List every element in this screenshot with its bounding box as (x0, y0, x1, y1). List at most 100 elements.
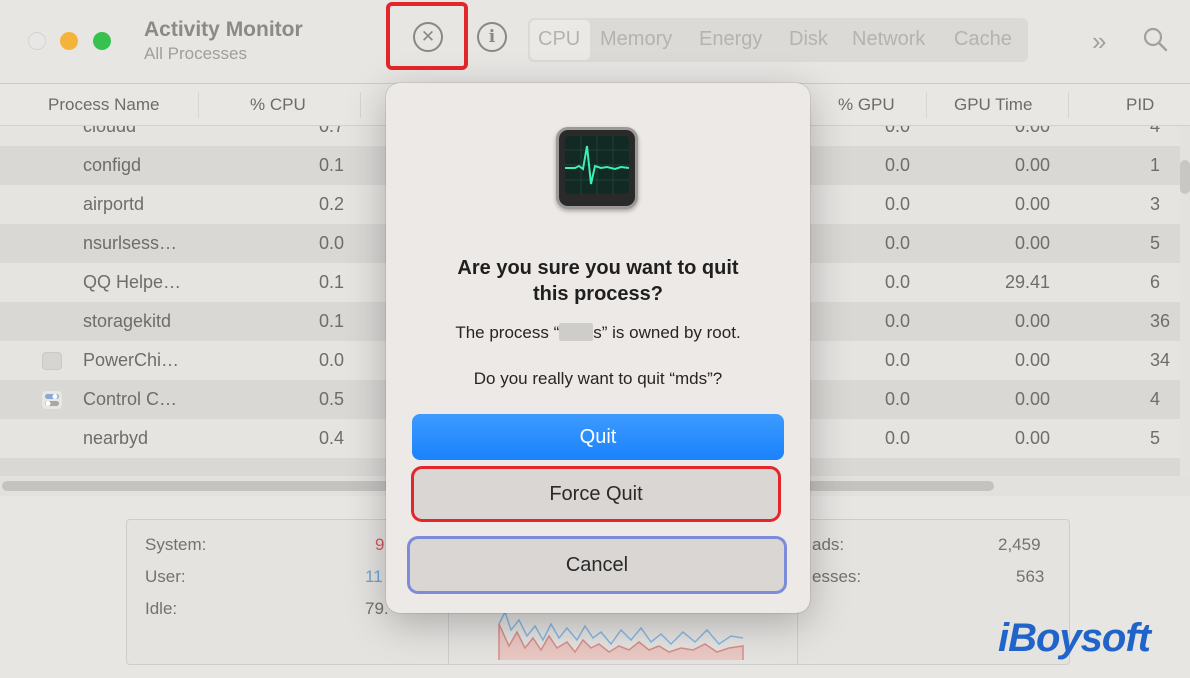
stop-process-button[interactable]: ✕ (413, 22, 443, 52)
tab-network[interactable]: Network (852, 28, 925, 51)
cpu-value: 0.0 (318, 350, 344, 370)
cpu-value: 0.4 (318, 428, 344, 448)
dialog-title-line-1: Are you sure you want to quit (457, 257, 739, 279)
user-value: 11 (365, 567, 383, 586)
gpu-value: 0.0 (884, 311, 910, 331)
gpu-value: 0.0 (884, 233, 910, 253)
gpu-value: 0.0 (884, 389, 910, 409)
idle-value: 79. (365, 599, 389, 618)
chevron-double-right-icon[interactable]: » (1092, 26, 1106, 57)
process-name: cloudd (83, 126, 137, 136)
gpu-time-value: 0.00 (1014, 233, 1050, 253)
column-gpu-time[interactable]: GPU Time (954, 95, 1032, 115)
gpu-time-value: 0.00 (1014, 389, 1050, 409)
tab-cache[interactable]: Cache (954, 28, 1012, 51)
minimize-window-button[interactable] (60, 32, 78, 50)
tab-cpu[interactable]: CPU (538, 28, 580, 51)
vertical-scrollbar[interactable] (1180, 160, 1190, 194)
heartbeat-icon (565, 136, 629, 194)
quit-process-dialog: Are you sure you want to quit this proce… (386, 83, 810, 613)
window-title: Activity Monitor (144, 18, 303, 41)
info-circle-icon: i (488, 27, 496, 47)
dialog-title: Are you sure you want to quit this proce… (416, 255, 780, 307)
window-toolbar: Activity Monitor All Processes ✕ i CPU M… (0, 0, 1190, 84)
activity-monitor-app-icon (556, 127, 638, 209)
gpu-value: 0.0 (884, 350, 910, 370)
force-quit-button-label: Force Quit (549, 482, 643, 505)
column-divider (926, 92, 927, 118)
quit-button[interactable]: Quit (412, 414, 784, 460)
process-name: nsurlsess… (83, 233, 178, 253)
column-divider (1068, 92, 1069, 118)
column-pid[interactable]: PID (1126, 95, 1154, 115)
gpu-time-value: 0.00 (1014, 126, 1050, 136)
close-window-button[interactable] (28, 32, 46, 50)
cancel-button[interactable]: Cancel (410, 539, 784, 591)
threads-value: 2,459 (998, 535, 1041, 554)
owner-message: The process “ s” is owned by root. (406, 323, 790, 343)
gpu-time-value: 0.00 (1014, 155, 1050, 175)
column-process-name[interactable]: Process Name (48, 95, 159, 115)
gpu-time-value: 0.00 (1014, 428, 1050, 448)
processes-value: 563 (1016, 567, 1045, 586)
pid-value: 1 (1150, 155, 1161, 175)
gpu-value: 0.0 (884, 272, 910, 292)
tab-disk[interactable]: Disk (789, 28, 828, 51)
owner-message-prefix: The process “ (455, 323, 560, 342)
user-label: User: (145, 567, 186, 586)
process-name: configd (83, 155, 142, 175)
quit-button-label: Quit (579, 425, 617, 448)
pid-value: 4 (1150, 389, 1161, 409)
idle-label: Idle: (145, 599, 178, 618)
cpu-value: 0.1 (318, 155, 344, 175)
inspect-process-button[interactable]: i (477, 22, 507, 52)
dialog-title-line-2: this process? (532, 283, 664, 305)
tab-energy[interactable]: Energy (699, 28, 762, 51)
gpu-time-value: 0.00 (1014, 350, 1050, 370)
app-icon (42, 352, 62, 370)
system-value: 9 (375, 535, 385, 554)
gpu-value: 0.0 (884, 194, 910, 214)
pid-value: 6 (1150, 272, 1161, 292)
confirm-message: Do you really want to quit “mds”? (473, 369, 723, 388)
process-name: PowerChi… (83, 350, 180, 370)
system-label: System: (145, 535, 207, 554)
cpu-value: 0.1 (318, 311, 344, 331)
pid-value: 34 (1150, 350, 1171, 370)
gpu-value: 0.0 (884, 428, 910, 448)
gpu-time-value: 0.00 (1014, 194, 1050, 214)
search-icon[interactable] (1142, 26, 1168, 52)
gpu-value: 0.0 (884, 155, 910, 175)
tab-memory[interactable]: Memory (600, 28, 672, 51)
pid-value: 3 (1150, 194, 1161, 214)
cancel-button-label: Cancel (565, 553, 629, 576)
cpu-value: 0.5 (318, 389, 344, 409)
process-name: nearbyd (83, 428, 149, 448)
column-gpu[interactable]: % GPU (838, 95, 895, 115)
pid-value: 5 (1150, 428, 1161, 448)
gpu-time-value: 29.41 (1004, 272, 1050, 292)
cpu-value: 0.1 (318, 272, 344, 292)
cpu-value: 0.0 (318, 233, 344, 253)
pid-value: 4 (1150, 126, 1161, 136)
toggle-switches-icon (42, 391, 62, 409)
window-subtitle: All Processes (144, 44, 247, 63)
column-divider (360, 92, 361, 118)
process-name: Control C… (83, 389, 178, 409)
threads-label: ads: (812, 535, 845, 554)
process-name: storagekitd (83, 311, 172, 331)
cpu-value: 0.2 (318, 194, 344, 214)
process-name: airportd (83, 194, 145, 214)
cpu-value: 0.7 (318, 126, 344, 136)
gpu-value: 0.0 (884, 126, 910, 136)
column-cpu[interactable]: % CPU (250, 95, 306, 115)
force-quit-button[interactable]: Force Quit (414, 469, 778, 519)
pid-value: 36 (1150, 311, 1171, 331)
redacted-text (559, 323, 594, 341)
zoom-window-button[interactable] (93, 32, 111, 50)
process-name: QQ Helpe… (83, 272, 182, 292)
xmark-circle-icon: ✕ (420, 27, 436, 46)
column-divider (198, 92, 199, 118)
processes-label: esses: (812, 567, 862, 586)
iboysoft-watermark-logo: iBoysoft (998, 616, 1151, 660)
